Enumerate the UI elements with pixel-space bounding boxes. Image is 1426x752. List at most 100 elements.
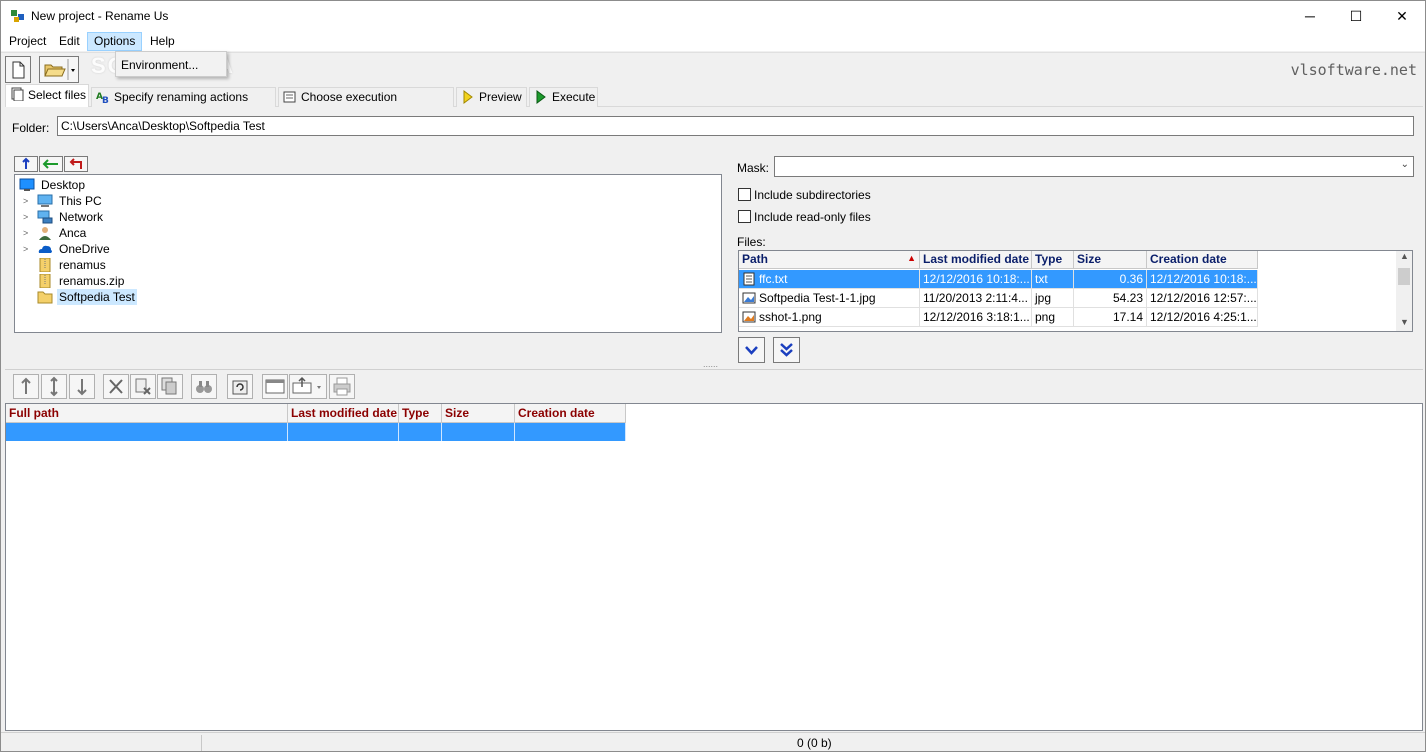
mask-combobox[interactable]: ⌄ xyxy=(774,156,1414,177)
column-header-full-path[interactable]: Full path xyxy=(6,404,288,423)
file-row-path[interactable]: ffc.txt xyxy=(739,270,920,289)
open-project-button[interactable] xyxy=(39,56,79,83)
menu-help[interactable]: Help xyxy=(144,32,181,51)
file-row-created: 12/12/2016 4:25:1... xyxy=(1147,308,1258,327)
queue-row-selected[interactable] xyxy=(442,423,515,441)
file-row-type: txt xyxy=(1032,270,1074,289)
double-chevron-down-icon xyxy=(780,343,793,357)
add-selected-button[interactable] xyxy=(738,337,765,363)
printer-icon xyxy=(333,377,351,396)
zip-folder-icon xyxy=(39,258,51,272)
network-icon xyxy=(37,210,53,224)
add-all-button[interactable] xyxy=(773,337,800,363)
remove-selected-button[interactable] xyxy=(130,374,156,399)
column-header-created[interactable]: Creation date xyxy=(1147,251,1258,269)
export-list-button[interactable] xyxy=(289,374,327,399)
queue-row-selected[interactable] xyxy=(288,423,399,441)
tab-execute[interactable]: Execute xyxy=(529,87,598,107)
new-file-icon xyxy=(12,61,25,79)
status-separator xyxy=(201,735,202,751)
tree-node-desktop[interactable]: Desktop xyxy=(19,177,219,193)
new-project-button[interactable] xyxy=(5,56,31,83)
tab-execution-parameters[interactable]: Choose execution parameters xyxy=(278,87,454,122)
files-scrollbar[interactable]: ▲ ▼ xyxy=(1396,251,1412,331)
rules-icon: AB xyxy=(96,92,109,104)
folder-tree[interactable]: Desktop > This PC > Network > Anca > One… xyxy=(14,174,722,333)
maximize-button[interactable]: ☐ xyxy=(1333,1,1379,31)
menu-item-environment[interactable]: Environment... xyxy=(121,58,198,72)
column-header-modified[interactable]: Last modified date xyxy=(288,404,399,423)
tree-node-anca[interactable]: > Anca xyxy=(23,225,223,241)
column-header-modified[interactable]: Last modified date xyxy=(920,251,1032,269)
queue-row-selected[interactable] xyxy=(399,423,442,441)
rename-queue-grid[interactable]: Full path Last modified date Type Size C… xyxy=(5,403,1423,731)
file-row-size: 0.36 xyxy=(1074,270,1147,289)
tree-node-onedrive[interactable]: > OneDrive xyxy=(23,241,223,257)
tree-node-renamus[interactable]: renamus xyxy=(37,257,237,273)
scroll-down-icon[interactable]: ▼ xyxy=(1400,317,1409,327)
queue-row-selected[interactable] xyxy=(515,423,626,441)
clear-list-button[interactable] xyxy=(157,374,183,399)
close-button[interactable]: ✕ xyxy=(1379,1,1425,31)
column-header-type[interactable]: Type xyxy=(1032,251,1074,269)
folder-back-button[interactable] xyxy=(39,156,63,172)
find-button[interactable] xyxy=(191,374,217,399)
text-file-icon xyxy=(743,272,755,286)
export-icon xyxy=(292,376,321,394)
column-header-size[interactable]: Size xyxy=(1074,251,1147,269)
parameters-icon xyxy=(283,91,296,103)
scroll-thumb[interactable] xyxy=(1398,268,1410,285)
folder-return-button[interactable] xyxy=(64,156,88,172)
expand-arrow-icon[interactable]: > xyxy=(23,225,33,241)
remove-button[interactable] xyxy=(103,374,129,399)
tree-node-this-pc[interactable]: > This PC xyxy=(23,193,223,209)
user-icon xyxy=(39,227,51,240)
scroll-up-icon[interactable]: ▲ xyxy=(1400,251,1409,261)
tree-node-network[interactable]: > Network xyxy=(23,209,223,225)
move-up-down-button[interactable] xyxy=(41,374,67,399)
move-top-button[interactable] xyxy=(13,374,39,399)
remove-selected-icon xyxy=(135,378,151,395)
menu-project[interactable]: Project xyxy=(3,32,52,51)
folder-path-input[interactable]: C:\Users\Anca\Desktop\Softpedia Test xyxy=(57,116,1414,136)
include-subdirectories-checkbox[interactable] xyxy=(738,188,751,201)
files-label: Files: xyxy=(737,235,766,249)
tree-node-renamus-zip[interactable]: renamus.zip xyxy=(37,273,237,289)
move-updown-icon xyxy=(50,376,58,397)
binoculars-icon xyxy=(196,381,212,393)
splitter-grip[interactable]: ...... xyxy=(703,359,718,369)
column-header-path[interactable]: Path ▲ xyxy=(739,251,920,269)
column-header-size[interactable]: Size xyxy=(442,404,515,423)
file-row-path[interactable]: sshot-1.png xyxy=(739,308,920,327)
tab-select-files[interactable]: Select files xyxy=(5,84,89,108)
column-header-created[interactable]: Creation date xyxy=(515,404,626,423)
file-row-path[interactable]: Softpedia Test-1-1.jpg xyxy=(739,289,920,308)
minimize-button[interactable]: ─ xyxy=(1287,1,1333,31)
expand-arrow-icon[interactable]: > xyxy=(23,241,33,257)
file-row-modified: 12/12/2016 10:18:... xyxy=(920,270,1032,289)
include-subdirectories-label: Include subdirectories xyxy=(754,188,871,202)
files-grid[interactable]: Path ▲ Last modified date Type Size Crea… xyxy=(738,250,1413,332)
tab-preview[interactable]: Preview xyxy=(456,87,527,107)
menu-options[interactable]: Options xyxy=(87,32,143,51)
load-list-button[interactable] xyxy=(262,374,288,399)
folder-up-button[interactable] xyxy=(14,156,38,172)
include-readonly-checkbox[interactable] xyxy=(738,210,751,223)
print-button[interactable] xyxy=(329,374,355,399)
tab-renaming-actions[interactable]: AB Specify renaming actions (rules) xyxy=(91,87,276,122)
column-header-type[interactable]: Type xyxy=(399,404,442,423)
tree-node-softpedia-test[interactable]: Softpedia Test xyxy=(37,289,237,305)
brand-label: vlsoftware.net xyxy=(1290,61,1417,79)
desktop-icon xyxy=(19,178,35,191)
chevron-down-icon xyxy=(745,346,758,355)
expand-arrow-icon[interactable]: > xyxy=(23,193,33,209)
svg-text:B: B xyxy=(102,96,109,104)
refresh-button[interactable] xyxy=(227,374,253,399)
expand-arrow-icon[interactable]: > xyxy=(23,209,33,225)
tab-label: Execute xyxy=(552,90,596,104)
move-down-button[interactable] xyxy=(69,374,95,399)
queue-row-selected[interactable] xyxy=(6,423,288,441)
chevron-down-icon[interactable]: ⌄ xyxy=(1401,159,1409,170)
execute-icon xyxy=(536,90,546,104)
menu-edit[interactable]: Edit xyxy=(53,32,86,51)
